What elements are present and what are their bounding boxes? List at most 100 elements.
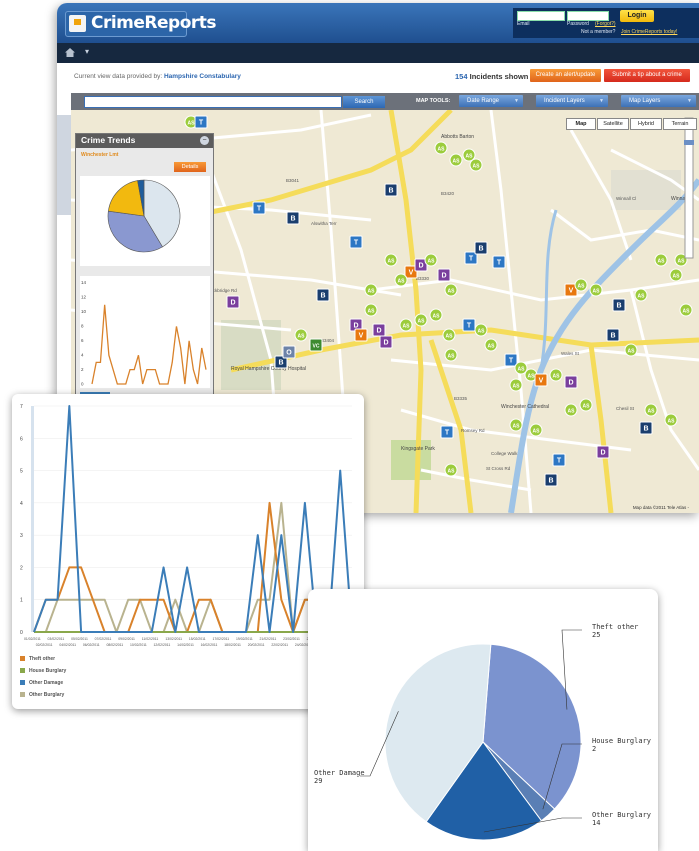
crime-marker-v[interactable]: V	[354, 328, 368, 342]
crime-marker-v[interactable]: V	[534, 373, 548, 387]
crime-marker-as[interactable]: AS	[484, 338, 498, 352]
crime-marker-b[interactable]: B	[639, 421, 653, 435]
minor-road	[370, 278, 699, 302]
crime-marker-t[interactable]: T	[349, 235, 363, 249]
crime-marker-t[interactable]: T	[462, 318, 476, 332]
crime-marker-as[interactable]: AS	[624, 343, 638, 357]
x-tick-label: 19/02/2011	[236, 637, 253, 641]
map-type-satellite[interactable]: Satellite	[597, 118, 629, 130]
crime-marker-d[interactable]: D	[379, 335, 393, 349]
crime-marker-as[interactable]: AS	[644, 403, 658, 417]
crime-marker-d[interactable]: D	[437, 268, 451, 282]
crime-marker-b[interactable]: B	[384, 183, 398, 197]
crime-marker-b[interactable]: B	[474, 241, 488, 255]
crime-marker-t[interactable]: T	[504, 353, 518, 367]
crime-marker-b[interactable]: B	[544, 473, 558, 487]
crime-marker-vc[interactable]: VC	[309, 338, 323, 352]
crime-marker-as[interactable]: AS	[474, 323, 488, 337]
crime-marker-as[interactable]: AS	[414, 313, 428, 327]
crime-marker-as[interactable]: AS	[664, 413, 678, 427]
create-alert-button[interactable]: Create an alert/update	[530, 69, 601, 82]
legend-theft-other[interactable]: Theft other	[20, 656, 55, 664]
provider-name[interactable]: Hampshire Constabulary	[164, 73, 241, 80]
crime-marker-as[interactable]: AS	[444, 348, 458, 362]
search-button[interactable]: Search	[343, 96, 385, 108]
crime-marker-as[interactable]: AS	[429, 308, 443, 322]
crime-marker-as[interactable]: AS	[424, 253, 438, 267]
crime-marker-as[interactable]: AS	[442, 328, 456, 342]
join-link[interactable]: Join CrimeReports today!	[621, 29, 677, 35]
incident-layers-dropdown[interactable]: Incident Layers	[536, 95, 608, 107]
crimereports-logo[interactable]: CrimeReports	[65, 11, 217, 37]
crime-marker-t[interactable]: T	[552, 453, 566, 467]
crime-marker-b[interactable]: B	[606, 328, 620, 342]
place-label: Royal Hampshire County Hospital	[231, 366, 306, 372]
crime-marker-as[interactable]: AS	[399, 318, 413, 332]
x-tick-label: 08/02/2011	[106, 643, 123, 647]
marker-label: AS	[518, 367, 526, 373]
legend-house-burglary[interactable]: House Burglary	[20, 668, 66, 676]
legend-swatch	[20, 692, 25, 698]
crime-marker-as[interactable]: AS	[669, 268, 683, 282]
crime-marker-t[interactable]: T	[194, 115, 208, 129]
mini-line-bg	[80, 276, 210, 388]
crime-marker-as[interactable]: AS	[574, 278, 588, 292]
crime-marker-as[interactable]: AS	[364, 303, 378, 317]
crime-marker-as[interactable]: AS	[294, 328, 308, 342]
pie-label-name: House Burglary	[592, 737, 651, 745]
crime-marker-as[interactable]: AS	[579, 398, 593, 412]
crime-marker-as[interactable]: AS	[444, 283, 458, 297]
legend-other-burglary[interactable]: Other Burglary	[20, 692, 64, 700]
marker-label: AS	[473, 164, 481, 170]
home-icon[interactable]	[65, 48, 75, 57]
nav-dropdown-icon[interactable]: ▾	[85, 47, 89, 56]
map-type-terrain[interactable]: Terrain	[663, 118, 697, 130]
pie-label-name: Other Burglary	[592, 811, 651, 819]
marker-label: AS	[403, 324, 411, 330]
marker-label: D	[376, 328, 381, 335]
crime-marker-as[interactable]: AS	[384, 253, 398, 267]
crime-marker-as[interactable]: AS	[434, 141, 448, 155]
marker-label: AS	[578, 284, 586, 290]
crime-marker-as[interactable]: AS	[654, 253, 668, 267]
crime-marker-as[interactable]: AS	[444, 463, 458, 477]
crime-marker-as[interactable]: AS	[564, 403, 578, 417]
crime-marker-as[interactable]: AS	[364, 283, 378, 297]
crime-marker-d[interactable]: D	[226, 295, 240, 309]
crime-marker-as[interactable]: AS	[529, 423, 543, 437]
map-type-hybrid[interactable]: Hybrid	[630, 118, 662, 130]
crime-marker-as[interactable]: AS	[679, 303, 693, 317]
map-type-map[interactable]: Map	[566, 118, 596, 130]
login-button[interactable]: Login	[620, 10, 654, 22]
map-layers-dropdown[interactable]: Map Layers	[621, 95, 696, 107]
crime-marker-d[interactable]: D	[372, 323, 386, 337]
crime-marker-b[interactable]: B	[316, 288, 330, 302]
crime-marker-d[interactable]: D	[564, 375, 578, 389]
minor-road	[550, 208, 699, 242]
date-range-dropdown[interactable]: Date Range	[459, 95, 523, 107]
crime-marker-as[interactable]: AS	[394, 273, 408, 287]
crime-marker-as[interactable]: AS	[589, 283, 603, 297]
crime-marker-t[interactable]: T	[252, 201, 266, 215]
crime-marker-o[interactable]: O	[282, 345, 296, 359]
incident-details-tab[interactable]	[57, 115, 71, 215]
crime-marker-d[interactable]: D	[596, 445, 610, 459]
submit-tip-button[interactable]: Submit a tip about a crime	[604, 69, 690, 82]
search-input[interactable]	[84, 96, 342, 108]
pie-label-value: 14	[592, 819, 600, 827]
crime-marker-b[interactable]: B	[286, 211, 300, 225]
crime-marker-as[interactable]: AS	[509, 378, 523, 392]
crime-marker-as[interactable]: AS	[509, 418, 523, 432]
forgot-password-link[interactable]: (Forgot?)	[595, 21, 616, 27]
marker-label: AS	[528, 374, 536, 380]
password-field[interactable]	[567, 11, 609, 21]
crime-marker-t[interactable]: T	[492, 255, 506, 269]
crime-marker-as[interactable]: AS	[449, 153, 463, 167]
crime-marker-as[interactable]: AS	[549, 368, 563, 382]
email-field[interactable]	[517, 11, 565, 21]
legend-other-damage[interactable]: Other Damage	[20, 680, 63, 688]
crime-marker-b[interactable]: B	[612, 298, 626, 312]
crime-marker-as[interactable]: AS	[634, 288, 648, 302]
crime-marker-as[interactable]: AS	[462, 148, 476, 162]
crime-marker-t[interactable]: T	[440, 425, 454, 439]
